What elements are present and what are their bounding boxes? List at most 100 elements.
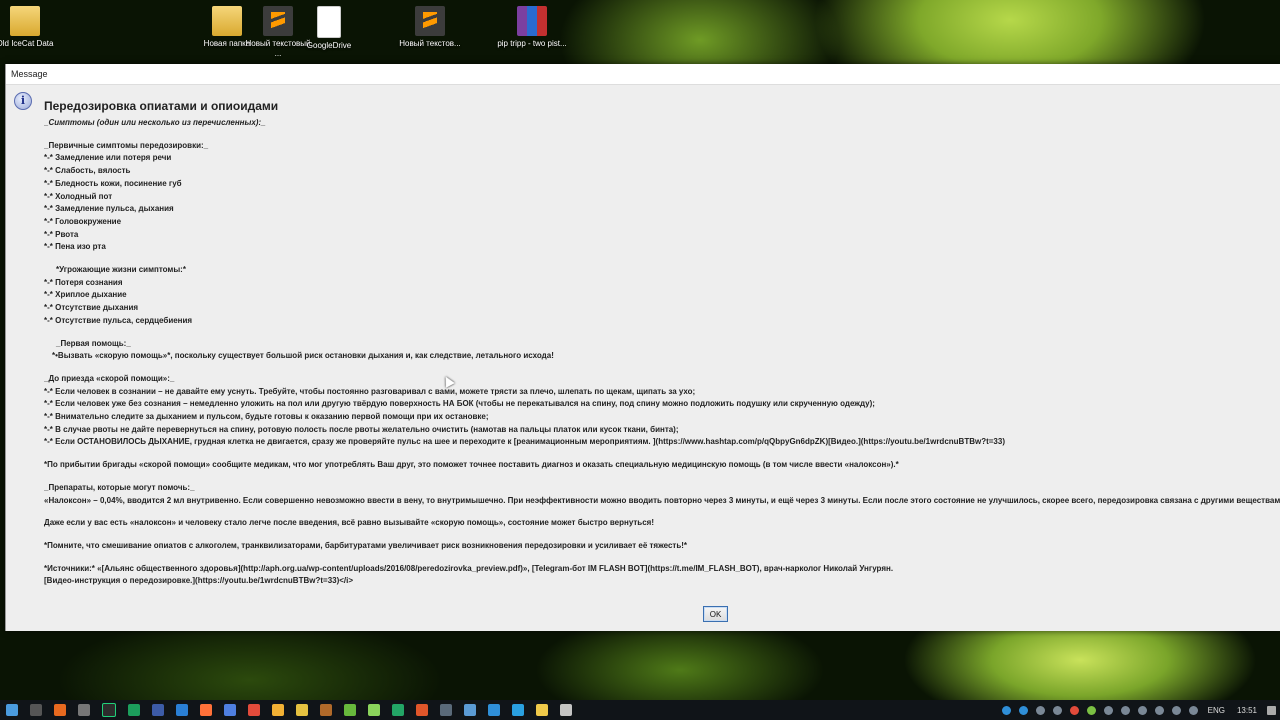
tray-app-3-icon[interactable] (1103, 705, 1113, 715)
tray-network-icon[interactable] (1171, 705, 1181, 715)
app-grid-icon[interactable] (440, 704, 452, 716)
app-globe-icon[interactable] (224, 704, 236, 716)
app-firefox-icon[interactable] (54, 704, 66, 716)
task-view-icon[interactable] (30, 704, 42, 716)
info-icon: i (14, 92, 32, 110)
app-yellow-icon[interactable] (272, 704, 284, 716)
message-line: [Видео-инструкция о передозировке.](http… (44, 576, 354, 586)
start-windows-icon[interactable] (6, 704, 18, 716)
app-chrome-icon[interactable] (248, 704, 260, 716)
message-line: *-* Внимательно следите за дыханием и пу… (44, 412, 489, 422)
dialog-title: Message (6, 64, 1280, 85)
message-line: *-* В случае рвоты не дайте перевернутьс… (44, 424, 679, 434)
message-line: *-* Пена изо рта (44, 242, 106, 252)
message-line: _Препараты, которые могут помочь:_ (44, 482, 195, 492)
message-line: *-* Холодный пот (44, 191, 113, 201)
tray-chrome-icon[interactable] (1069, 705, 1079, 715)
app-explorer-icon[interactable] (536, 704, 548, 716)
desktop-icon-pip-tripp[interactable]: pip tripp - two pist... (497, 0, 567, 49)
app-arrows-icon[interactable] (368, 704, 380, 716)
app-download-icon[interactable] (344, 704, 356, 716)
message-line: _Первичные симптомы передозировки:_ (44, 140, 209, 150)
tray-telegram-2-icon[interactable] (1018, 705, 1028, 715)
ok-button[interactable]: OK (703, 606, 728, 622)
message-line: *-* Слабость, вялость (44, 166, 131, 176)
app-telegram-icon[interactable] (488, 704, 500, 716)
desktop-icon-googledrive[interactable]: GoogleDrive (294, 0, 364, 51)
tray-app-icon[interactable] (1035, 705, 1045, 715)
desktop-icon-old-icecat-data[interactable]: Old IceCat Data (0, 0, 60, 49)
message-line: *•Вызвать «скорую помощь»*, поскольку су… (52, 351, 554, 361)
app-firefox-2-icon[interactable] (200, 704, 212, 716)
message-line: *-* Отсутствие пульса, сердцебиения (44, 315, 193, 325)
message-line: *-* Рвота (44, 229, 79, 239)
message-content: Передозировка опиатами и опиоидами _Симп… (44, 98, 1280, 588)
message-line: *Угрожающие жизни симптомы:* (56, 265, 186, 275)
app-briefcase-icon[interactable] (78, 704, 90, 716)
message-line: *Источники:* «[Альянс общественного здор… (44, 563, 894, 573)
sublime-text-icon (415, 6, 445, 36)
app-chat-icon[interactable] (392, 704, 404, 716)
tray-steam-icon[interactable] (1052, 705, 1062, 715)
folder-icon (212, 6, 242, 36)
message-line: *По прибытии бригады «скорой помощи» соо… (44, 460, 899, 470)
tray-telegram-icon[interactable] (1001, 705, 1011, 715)
message-line: _Симптомы (один или несколько из перечис… (44, 118, 266, 127)
tray-bluetooth-icon[interactable] (1120, 705, 1130, 715)
desktop-icon-label: Новый текстов... (399, 39, 461, 48)
app-document-icon[interactable] (152, 704, 164, 716)
message-dialog: Message i Передозировка опиатами и опиои… (5, 64, 1280, 631)
desktop-icon-new-text-2[interactable]: Новый текстов... (395, 0, 465, 49)
system-tray: ENG 13:51 (998, 705, 1280, 715)
message-line: Даже если у вас есть «налоксон» и челове… (44, 518, 654, 528)
rar-archive-icon (517, 6, 547, 36)
tray-app-2-icon[interactable] (1086, 705, 1096, 715)
app-tool-icon[interactable] (320, 704, 332, 716)
message-line: *-* Если человек в сознании – не давайте… (44, 386, 696, 396)
message-line: *-* Бледность кожи, посинение губ (44, 178, 182, 188)
app-edge-icon[interactable] (176, 704, 188, 716)
app-headphones-icon[interactable] (416, 704, 428, 716)
app-pycharm-icon[interactable] (128, 704, 140, 716)
sublime-text-icon (263, 6, 293, 36)
message-line: *-* Головокружение (44, 216, 122, 226)
message-line: *-* Замедление пульса, дыхания (44, 204, 174, 214)
folder-icon (10, 6, 40, 36)
app-telegram-2-icon[interactable] (512, 704, 524, 716)
tray-volume-icon[interactable] (1188, 705, 1198, 715)
app-java-icon[interactable] (560, 704, 572, 716)
message-line: *Помните, что смешивание опиатов с алког… (44, 540, 688, 550)
message-line: *-* Потеря сознания (44, 277, 123, 287)
tray-onedrive-icon[interactable] (1137, 705, 1147, 715)
desktop-icon-label: pip tripp - two pist... (497, 39, 567, 48)
language-indicator[interactable]: ENG (1208, 706, 1225, 715)
desktop-icon-label: Old IceCat Data (0, 39, 54, 48)
message-line: _Первая помощь:_ (56, 338, 131, 348)
message-line: *-* Замедление или потеря речи (44, 153, 172, 163)
message-line: _До приезда «скорой помощи»:_ (44, 373, 175, 383)
app-game-icon[interactable] (464, 704, 476, 716)
app-jetbrains-icon[interactable] (102, 703, 116, 717)
message-line: «Налоксон» – 0,04%, вводится 2 мл внутри… (44, 495, 1280, 505)
app-pencil-icon[interactable] (296, 704, 308, 716)
desktop-icon-label: GoogleDrive (306, 41, 352, 50)
message-line: *-* Если человек уже без сознания – неме… (44, 399, 875, 409)
message-line: *-* Отсутствие дыхания (44, 303, 139, 313)
message-line: *-* Хриплое дыхание (44, 290, 127, 300)
notifications-icon[interactable] (1267, 705, 1276, 715)
taskbar: ENG 13:51 (0, 700, 1280, 720)
message-line: *-* Если ОСТАНОВИЛОСЬ ДЫХАНИЕ, грудная к… (44, 437, 1005, 447)
tray-up-icon[interactable] (1154, 705, 1164, 715)
document-icon (317, 6, 341, 38)
message-heading: Передозировка опиатами и опиоидами (44, 99, 279, 113)
clock[interactable]: 13:51 (1237, 706, 1257, 715)
